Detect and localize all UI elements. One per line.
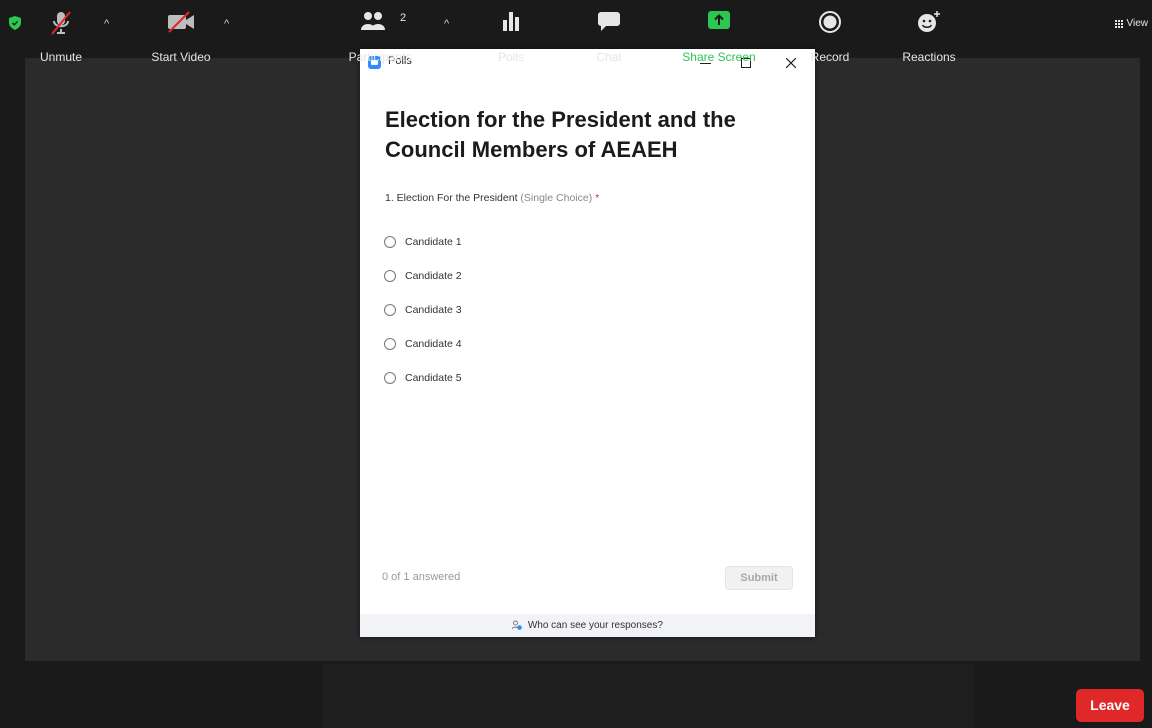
participants-button[interactable]: 2 Participants — [340, 0, 420, 64]
submit-button[interactable]: Submit — [725, 566, 793, 590]
leave-button[interactable]: Leave — [1076, 689, 1144, 722]
start-video-label: Start Video — [151, 50, 211, 64]
participants-options-chevron-icon[interactable]: ^ — [444, 18, 449, 30]
who-can-see-label: Who can see your responses? — [527, 620, 663, 631]
view-label: View — [1126, 18, 1149, 29]
poll-title: Election for the President and the Counc… — [385, 107, 736, 162]
video-off-icon — [168, 11, 194, 33]
polls-window: Polls Election for the President and the… — [360, 49, 815, 637]
option-candidate-2[interactable]: Candidate 2 — [384, 259, 462, 293]
option-candidate-3[interactable]: Candidate 3 — [384, 293, 462, 327]
grid-icon — [1114, 19, 1124, 28]
radio-button[interactable] — [384, 372, 396, 384]
close-icon — [785, 57, 797, 69]
share-screen-arrow-icon — [708, 11, 730, 29]
radio-button[interactable] — [384, 338, 396, 350]
video-options-chevron-icon[interactable]: ^ — [224, 18, 229, 30]
polls-label: Polls — [497, 50, 524, 64]
radio-button[interactable] — [384, 270, 396, 282]
reactions-smiley-icon — [918, 11, 940, 32]
option-candidate-4[interactable]: Candidate 4 — [384, 327, 462, 361]
encryption-shield-icon[interactable] — [9, 16, 21, 30]
people-info-icon — [512, 620, 522, 631]
reactions-label: Reactions — [902, 50, 956, 64]
radio-button[interactable] — [384, 304, 396, 316]
question-text: 1. Election For the President — [385, 192, 518, 204]
who-can-see-link[interactable]: Who can see your responses? — [360, 614, 815, 637]
polls-button[interactable]: Polls — [485, 0, 537, 64]
participants-icon — [361, 12, 385, 30]
record-label: Record — [810, 50, 850, 64]
option-label: Candidate 1 — [405, 236, 462, 248]
share-screen-label: Share Screen — [682, 50, 756, 64]
required-mark: * — [595, 192, 600, 204]
chat-button[interactable]: Chat — [583, 0, 635, 64]
polls-bar-chart-icon — [503, 12, 519, 31]
audio-options-chevron-icon[interactable]: ^ — [104, 18, 109, 30]
toolbar-center-group — [323, 664, 975, 728]
option-label: Candidate 2 — [405, 270, 462, 282]
option-candidate-5[interactable]: Candidate 5 — [384, 361, 462, 395]
record-icon — [819, 11, 841, 33]
muted-microphone-icon — [51, 11, 71, 35]
option-label: Candidate 4 — [405, 338, 462, 350]
question-type: (Single Choice) — [520, 192, 593, 204]
chat-label: Chat — [596, 50, 622, 64]
option-label: Candidate 5 — [405, 372, 462, 384]
answered-status: 0 of 1 answered — [382, 571, 461, 583]
radio-button[interactable] — [384, 236, 396, 248]
question-label: 1. Election For the President (Single Ch… — [385, 192, 599, 204]
participants-count: 2 — [400, 12, 407, 24]
participants-label: Participants — [348, 50, 412, 64]
view-button[interactable]: View — [1114, 18, 1149, 29]
chat-bubble-icon — [598, 12, 620, 31]
answer-options: Candidate 1 Candidate 2 Candidate 3 Cand… — [384, 225, 462, 395]
option-label: Candidate 3 — [405, 304, 462, 316]
record-button[interactable]: Record — [800, 0, 860, 64]
unmute-button[interactable]: Unmute — [30, 0, 92, 64]
start-video-button[interactable]: Start Video — [140, 0, 222, 64]
reactions-button[interactable]: Reactions — [891, 0, 967, 64]
share-screen-button[interactable]: Share Screen — [672, 0, 766, 64]
unmute-label: Unmute — [39, 50, 83, 64]
option-candidate-1[interactable]: Candidate 1 — [384, 225, 462, 259]
